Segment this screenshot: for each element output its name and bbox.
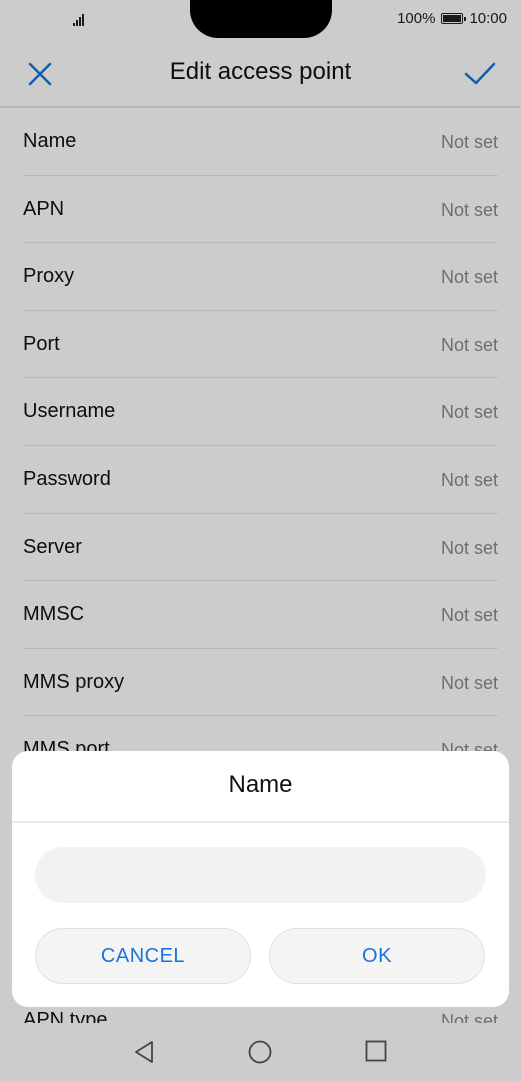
name-dialog: Name CANCEL OK	[12, 751, 509, 1007]
dialog-divider	[12, 821, 509, 823]
dialog-title: Name	[228, 771, 293, 798]
ok-button[interactable]: OK	[269, 928, 485, 984]
screen: 100% 10:00 Edit access point Name Not set…	[0, 0, 521, 1082]
name-input[interactable]	[35, 847, 486, 903]
cancel-button[interactable]: CANCEL	[35, 928, 251, 984]
